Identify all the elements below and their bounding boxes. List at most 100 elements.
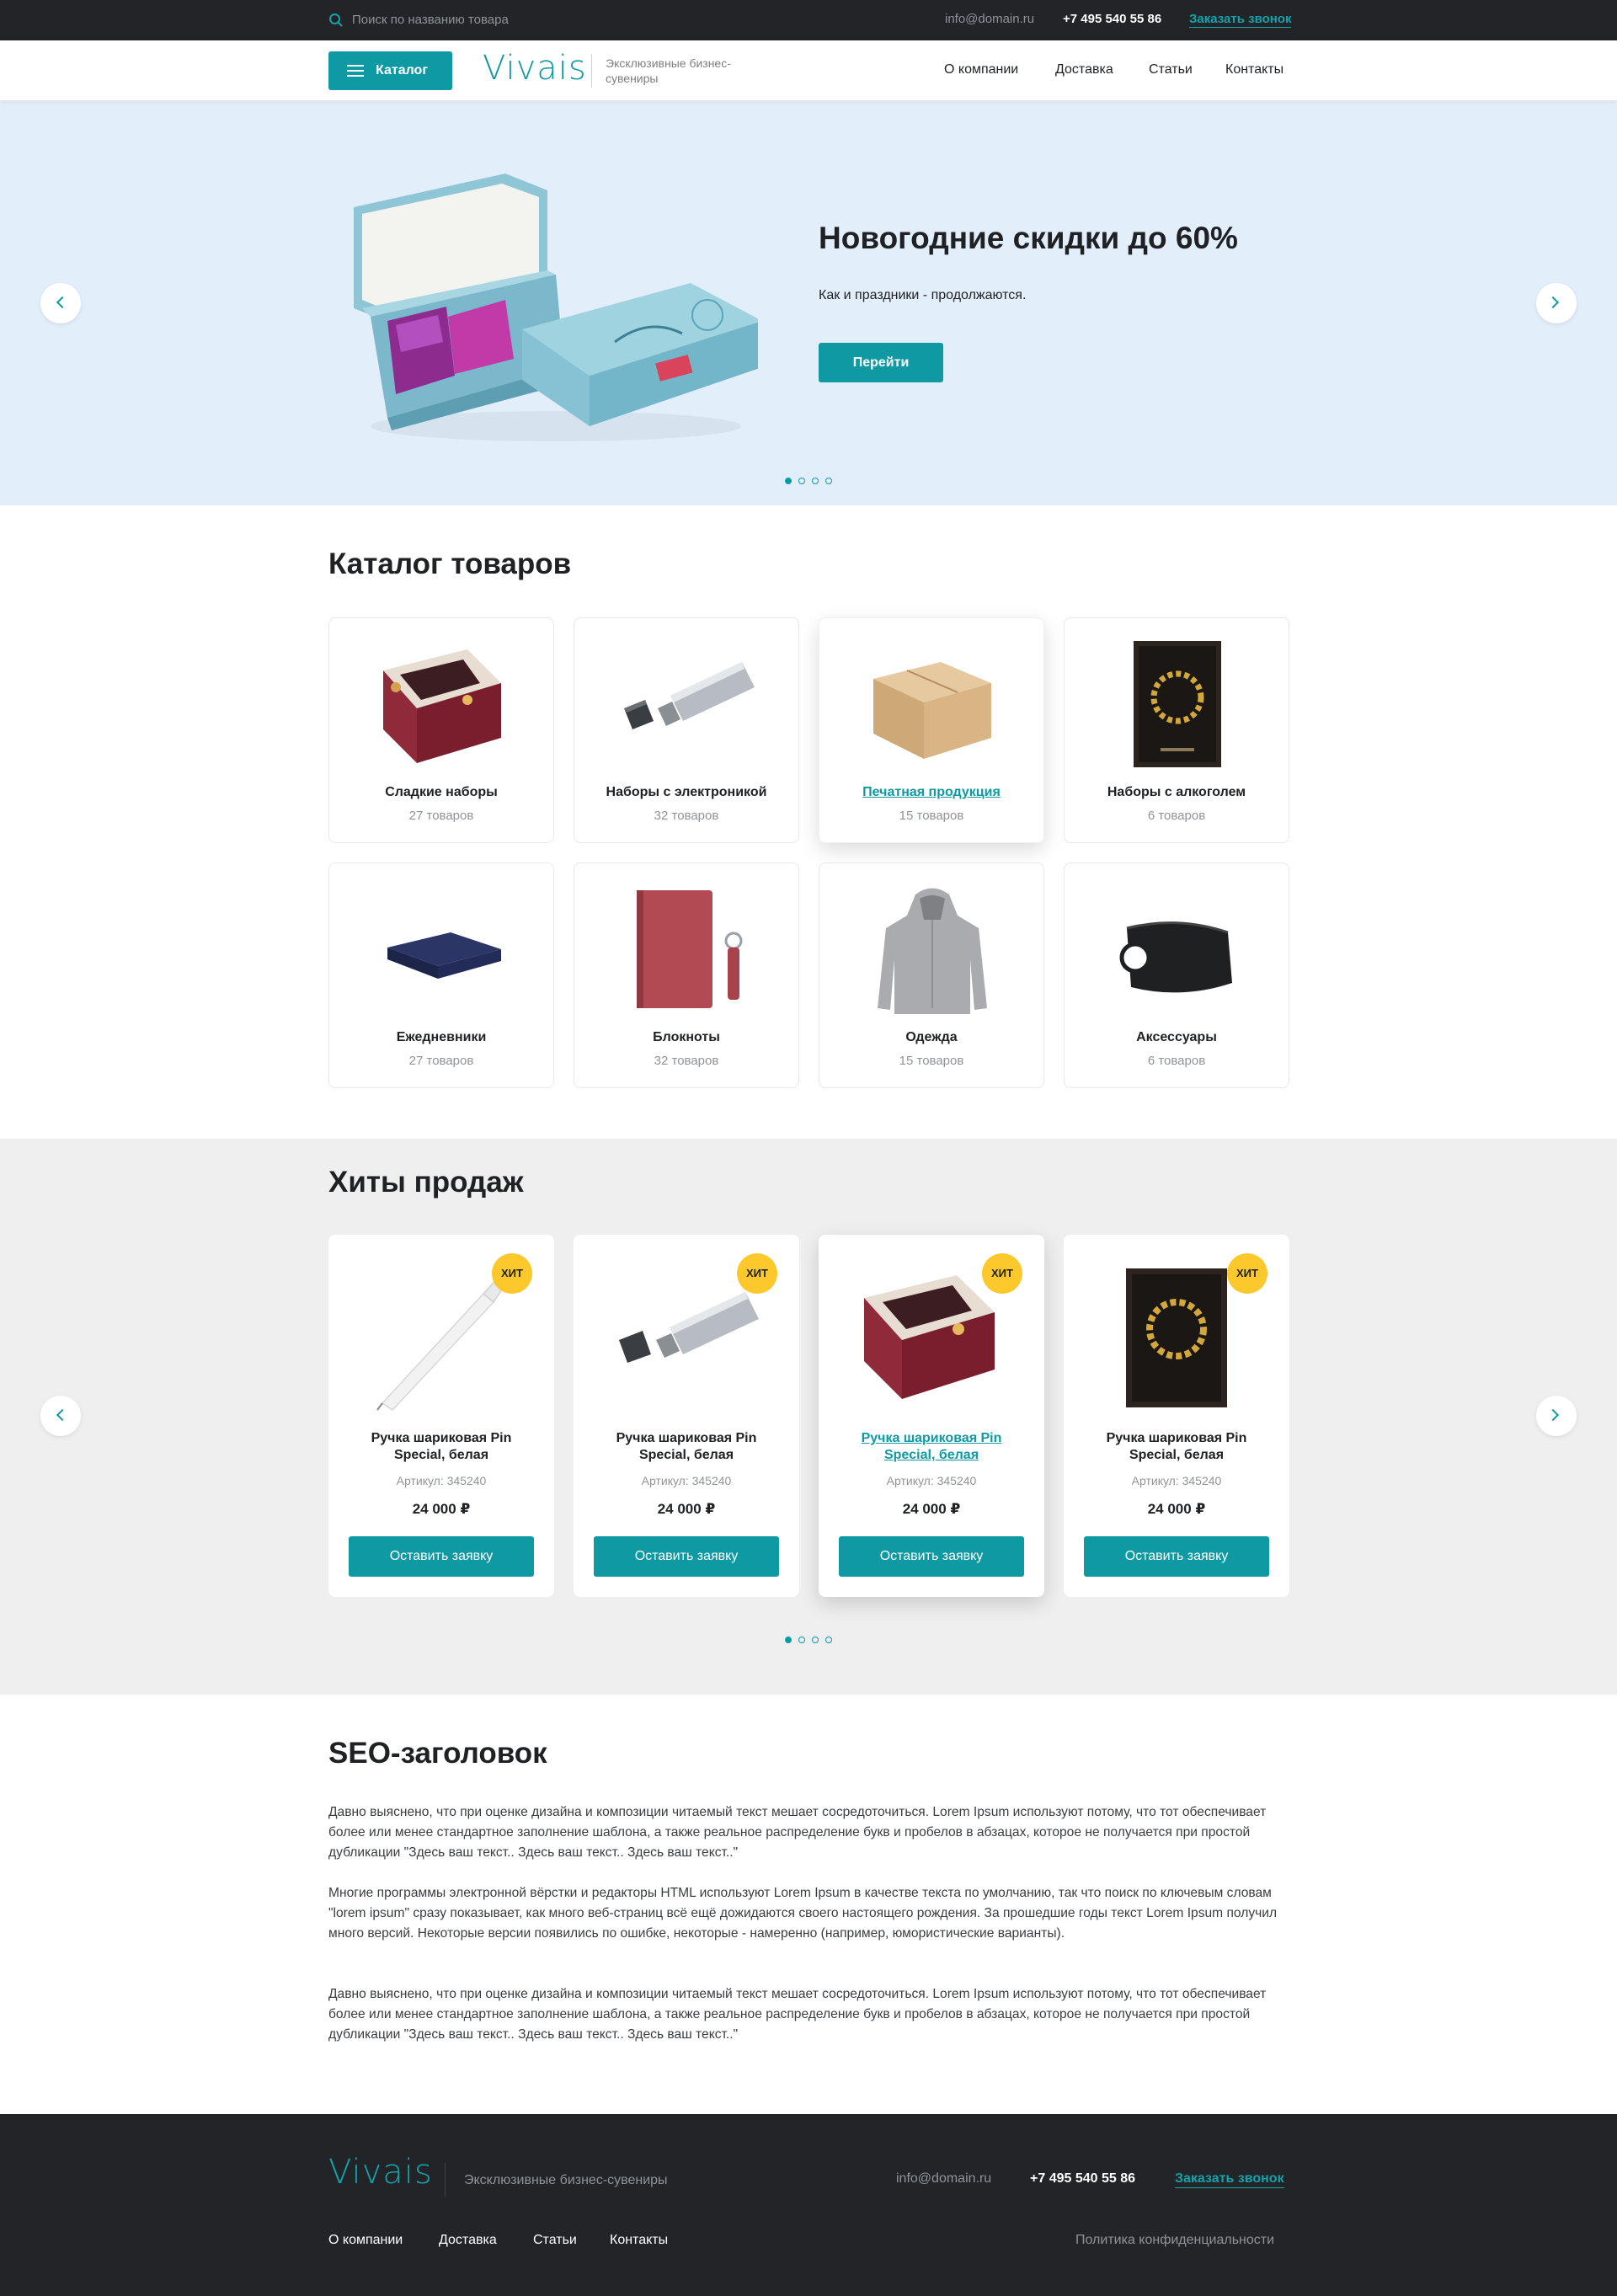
product-price: 24 000 ₽ — [657, 1501, 716, 1517]
category-card[interactable]: Ежедневники 27 товаров — [328, 862, 554, 1088]
hero-next-button[interactable] — [1536, 283, 1577, 323]
footer-nav-contacts[interactable]: Контакты — [610, 2233, 668, 2248]
slide-dot[interactable] — [825, 478, 832, 484]
request-button[interactable]: Оставить заявку — [349, 1536, 534, 1577]
footer-nav-articles[interactable]: Статьи — [533, 2233, 577, 2248]
sweet-box-icon — [383, 649, 501, 763]
hero-cta-button[interactable]: Перейти — [819, 343, 943, 382]
category-name: Печатная продукция — [862, 785, 1001, 799]
hero-banner: Новогодние скидки до 60% Как и праздники… — [0, 101, 1617, 505]
slide-dot[interactable] — [798, 1637, 805, 1643]
nav-delivery[interactable]: Доставка — [1055, 62, 1113, 77]
gift-box-image — [354, 174, 758, 441]
product-name[interactable]: Ручка шариковая Pin Special, белая — [835, 1430, 1027, 1464]
category-count: 32 товаров — [654, 1054, 719, 1068]
flat-box-icon — [387, 932, 501, 979]
hero-prev-button[interactable] — [40, 283, 81, 323]
footer-email[interactable]: info@domain.ru — [896, 2171, 991, 2187]
request-button[interactable]: Оставить заявку — [594, 1536, 779, 1577]
seo-title: SEO-заголовок — [328, 1737, 547, 1770]
category-count: 27 товаров — [408, 809, 474, 823]
category-count: 32 товаров — [654, 809, 719, 823]
slide-dot[interactable] — [798, 478, 805, 484]
product-name[interactable]: Ручка шариковая Pin Special, белая — [345, 1430, 537, 1464]
product-card[interactable]: ХИТ Ручка шариковая Pin Special, белая А… — [574, 1235, 799, 1597]
slide-dot[interactable] — [812, 1637, 819, 1643]
menu-icon — [347, 65, 364, 77]
product-article: Артикул: 345240 — [886, 1474, 977, 1487]
email-link[interactable]: info@domain.ru — [945, 12, 1034, 26]
category-card[interactable]: Наборы с электроникой 32 товаров — [574, 617, 799, 843]
nav-contacts[interactable]: Контакты — [1225, 62, 1283, 77]
footer-nav-about[interactable]: О компании — [328, 2233, 403, 2248]
phone-link[interactable]: +7 495 540 55 86 — [1063, 12, 1161, 26]
hit-badge: ХИТ — [492, 1253, 532, 1294]
footer-callback-link[interactable]: Заказать звонок — [1175, 2171, 1284, 2188]
framed-wreath-icon — [1134, 641, 1221, 767]
product-name[interactable]: Ручка шариковая Pin Special, белая — [1081, 1430, 1273, 1464]
footer — [0, 2114, 1617, 2296]
hits-next-button[interactable] — [1536, 1396, 1577, 1436]
nav-articles[interactable]: Статьи — [1149, 62, 1193, 77]
category-name: Одежда — [905, 1030, 958, 1044]
footer-divider — [445, 2163, 446, 2197]
logo-divider — [591, 54, 592, 88]
category-card[interactable]: Аксессуары 6 товаров — [1064, 862, 1289, 1088]
chevron-right-icon — [1546, 296, 1560, 309]
slide-dot[interactable] — [825, 1637, 832, 1643]
footer-nav-delivery[interactable]: Доставка — [439, 2233, 497, 2248]
logo[interactable]: Vivais — [483, 49, 587, 88]
product-card[interactable]: ХИТ Ручка шариковая Pin Special, белая А… — [1064, 1235, 1289, 1597]
request-button[interactable]: Оставить заявку — [839, 1536, 1024, 1577]
category-count: 15 товаров — [899, 809, 964, 823]
footer-tagline: Эксклюзивные бизнес-сувениры — [464, 2173, 668, 2187]
product-price: 24 000 ₽ — [902, 1501, 961, 1517]
slide-dot[interactable] — [785, 1637, 792, 1643]
product-price: 24 000 ₽ — [1147, 1501, 1206, 1517]
hero-subtitle: Как и праздники - продолжаются. — [819, 288, 1027, 302]
slide-dot[interactable] — [785, 478, 792, 484]
category-count: 15 товаров — [899, 1054, 964, 1068]
product-article: Артикул: 345240 — [641, 1474, 732, 1487]
catalog-button-label: Каталог — [376, 63, 428, 77]
category-card[interactable]: Блокноты 32 товаров — [574, 862, 799, 1088]
main-header: Каталог Vivais Эксклюзивные бизнес-сувен… — [0, 40, 1617, 101]
category-name: Наборы с электроникой — [606, 785, 767, 799]
hit-badge: ХИТ — [737, 1253, 777, 1294]
category-count: 27 товаров — [408, 1054, 474, 1068]
request-button[interactable]: Оставить заявку — [1084, 1536, 1269, 1577]
product-article: Артикул: 345240 — [1131, 1474, 1222, 1487]
category-count: 6 товаров — [1147, 1054, 1206, 1068]
category-card[interactable]: Наборы с алкоголем 6 товаров — [1064, 617, 1289, 843]
product-card[interactable]: ХИТ Ручка шариковая Pin Special, белая А… — [819, 1235, 1044, 1597]
hit-badge: ХИТ — [982, 1253, 1022, 1294]
product-card[interactable]: ХИТ Ручка шариковая Pin Special, белая А… — [328, 1235, 554, 1597]
chevron-left-icon — [56, 1408, 69, 1422]
category-name: Блокноты — [653, 1030, 720, 1044]
notebook-icon — [637, 890, 743, 1008]
search-icon[interactable] — [328, 13, 344, 28]
catalog-title: Каталог товаров — [328, 547, 572, 580]
category-count: 6 товаров — [1147, 809, 1206, 823]
search-input[interactable]: Поиск по названию товара — [352, 13, 509, 27]
hit-badge: ХИТ — [1227, 1253, 1267, 1294]
callback-link[interactable]: Заказать звонок — [1189, 12, 1292, 28]
hits-prev-button[interactable] — [40, 1396, 81, 1436]
product-name[interactable]: Ручка шариковая Pin Special, белая — [590, 1430, 782, 1464]
top-bar: Поиск по названию товара info@domain.ru … — [0, 0, 1617, 40]
catalog-button[interactable]: Каталог — [328, 51, 452, 90]
pouch-icon — [1119, 921, 1232, 993]
hoodie-icon — [878, 888, 987, 1014]
product-price: 24 000 ₽ — [412, 1501, 471, 1517]
privacy-policy-link[interactable]: Политика конфиденциальности — [1075, 2233, 1274, 2248]
category-card[interactable]: Сладкие наборы 27 товаров — [328, 617, 554, 843]
seo-paragraph: Многие программы электронной вёрстки и р… — [328, 1886, 1278, 1941]
nav-about[interactable]: О компании — [944, 62, 1018, 77]
category-card[interactable]: Одежда 15 товаров — [819, 862, 1044, 1088]
category-card[interactable]: Печатная продукция 15 товаров — [819, 617, 1044, 843]
hero-title: Новогодние скидки до 60% — [819, 221, 1238, 255]
slide-dot[interactable] — [812, 478, 819, 484]
footer-phone[interactable]: +7 495 540 55 86 — [1030, 2171, 1135, 2187]
footer-logo[interactable]: Vivais — [328, 2153, 433, 2192]
hits-title: Хиты продаж — [328, 1166, 524, 1199]
